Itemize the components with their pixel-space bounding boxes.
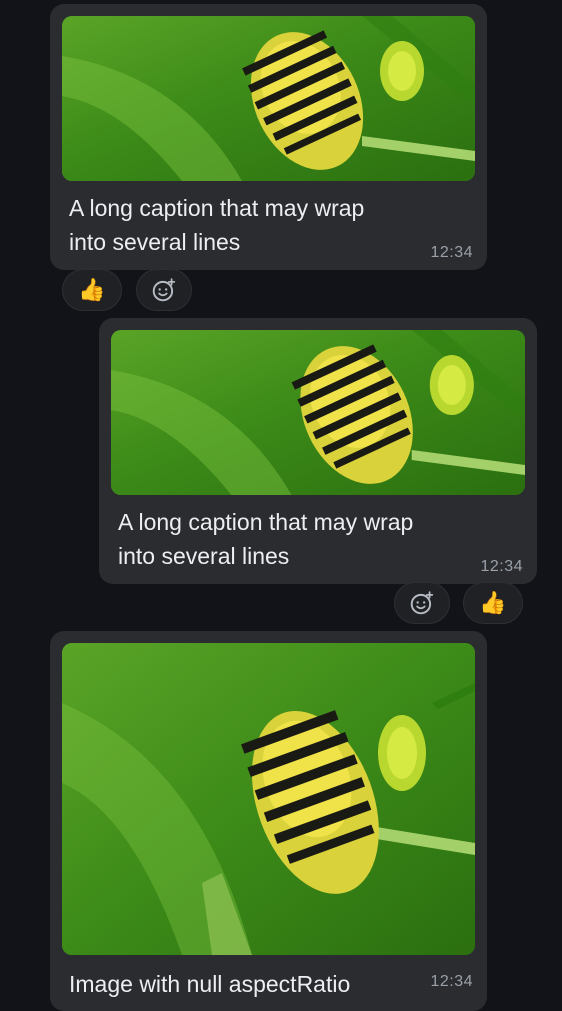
caterpillar-image (62, 643, 475, 955)
message-caption: A long caption that may wrap into severa… (69, 195, 365, 255)
message-photo[interactable] (62, 643, 475, 955)
message-caption: A long caption that may wrap into severa… (118, 509, 414, 569)
caterpillar-image (62, 16, 475, 181)
message-photo[interactable] (62, 16, 475, 181)
reaction-thumbs-up[interactable]: 👍 (62, 269, 122, 311)
caterpillar-image (111, 330, 525, 495)
emoji-add-icon (409, 590, 435, 616)
thumbs-up-icon: 👍 (78, 277, 106, 302)
message-timestamp: 12:34 (480, 558, 523, 575)
add-reaction-button[interactable] (394, 582, 450, 624)
message-bubble[interactable]: A long caption that may wrap into severa… (99, 318, 537, 584)
message-timestamp: 12:34 (430, 973, 473, 990)
message-timestamp: 12:34 (430, 244, 473, 261)
thumbs-up-icon: 👍 (479, 590, 507, 615)
reaction-thumbs-up[interactable]: 👍 (463, 582, 523, 624)
add-reaction-button[interactable] (136, 269, 192, 311)
message-bubble[interactable]: A long caption that may wrap into severa… (50, 4, 487, 270)
message-photo[interactable] (111, 330, 525, 495)
message-bubble[interactable]: Image with null aspectRatio 12:34 (50, 631, 487, 1011)
message-caption: Image with null aspectRatio (69, 971, 351, 997)
emoji-add-icon (151, 277, 177, 303)
